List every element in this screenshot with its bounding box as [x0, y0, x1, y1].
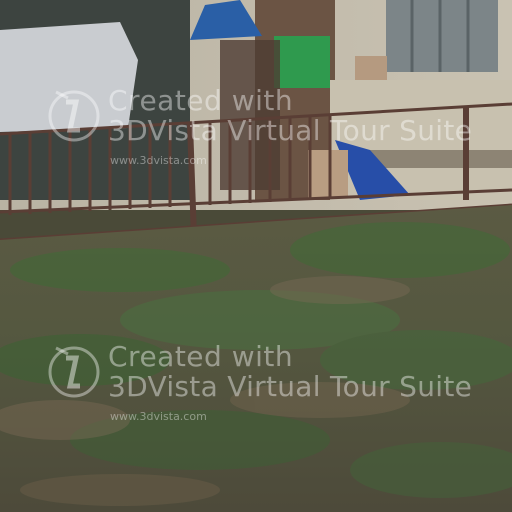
green-cloth	[274, 36, 330, 88]
white-sheet	[0, 22, 138, 132]
scene-photo	[0, 0, 512, 512]
wall-box	[355, 56, 387, 80]
window	[386, 0, 498, 72]
photo-scene: Created with 3DVista Virtual Tour Suite …	[0, 0, 512, 512]
